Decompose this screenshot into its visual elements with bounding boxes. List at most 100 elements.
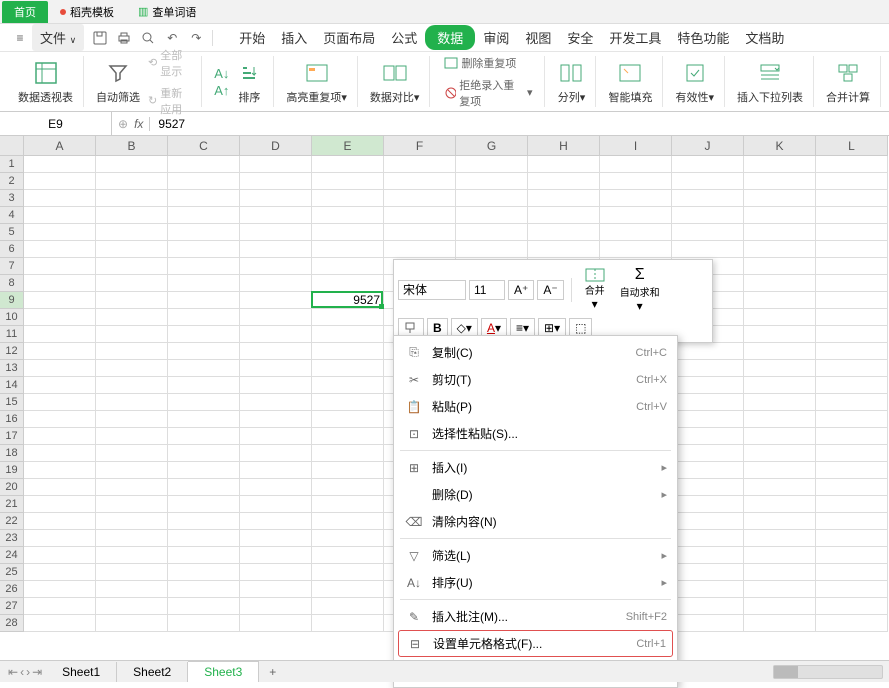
cell[interactable] <box>744 530 816 547</box>
decrease-font-button[interactable]: A⁻ <box>537 280 563 300</box>
cell[interactable] <box>96 428 168 445</box>
cell[interactable] <box>240 496 312 513</box>
row-header[interactable]: 23 <box>0 530 24 547</box>
menu-special[interactable]: 特色功能 <box>669 24 737 51</box>
cell[interactable] <box>744 445 816 462</box>
cell[interactable] <box>168 258 240 275</box>
cell[interactable] <box>168 309 240 326</box>
col-header[interactable]: E <box>312 136 384 156</box>
cell[interactable] <box>96 343 168 360</box>
ctx-sort[interactable]: A↓排序(U)▸ <box>394 569 677 596</box>
row-header[interactable]: 7 <box>0 258 24 275</box>
cell[interactable] <box>312 190 384 207</box>
autosum-button[interactable]: Σ自动求和▾ <box>614 264 666 315</box>
ribbon-consolidate[interactable]: 合并计算 <box>816 56 881 107</box>
cell[interactable] <box>240 411 312 428</box>
cell[interactable] <box>600 207 672 224</box>
cell[interactable] <box>24 275 96 292</box>
cell[interactable] <box>312 564 384 581</box>
cell[interactable] <box>240 292 312 309</box>
col-header[interactable]: G <box>456 136 528 156</box>
cell[interactable] <box>96 513 168 530</box>
cell[interactable] <box>816 309 888 326</box>
cell[interactable] <box>168 530 240 547</box>
cell[interactable] <box>672 360 744 377</box>
cell[interactable] <box>240 275 312 292</box>
row-header[interactable]: 22 <box>0 513 24 530</box>
cell[interactable] <box>672 615 744 632</box>
cell[interactable] <box>816 513 888 530</box>
cell[interactable] <box>816 241 888 258</box>
cell[interactable] <box>456 156 528 173</box>
cell[interactable] <box>744 428 816 445</box>
filter-icon[interactable] <box>104 59 132 87</box>
cell[interactable] <box>168 394 240 411</box>
cell[interactable] <box>816 547 888 564</box>
cell[interactable] <box>744 207 816 224</box>
cell[interactable] <box>528 207 600 224</box>
cell[interactable] <box>744 479 816 496</box>
ribbon-smartfill[interactable]: 智能填充 <box>598 56 663 107</box>
cell[interactable] <box>600 224 672 241</box>
cell[interactable] <box>96 462 168 479</box>
sheet-nav-next-icon[interactable]: › <box>26 665 30 679</box>
cell[interactable] <box>744 496 816 513</box>
print-icon[interactable] <box>115 29 133 47</box>
cell[interactable] <box>816 462 888 479</box>
fx-icon[interactable]: fx <box>134 117 143 131</box>
del-dup[interactable]: 删除重复项 <box>442 53 534 73</box>
cell[interactable] <box>24 377 96 394</box>
cell[interactable] <box>816 360 888 377</box>
cell[interactable] <box>672 343 744 360</box>
cell[interactable] <box>384 207 456 224</box>
cell[interactable] <box>312 156 384 173</box>
cell[interactable] <box>96 258 168 275</box>
cell[interactable] <box>384 156 456 173</box>
cell[interactable] <box>744 343 816 360</box>
cell[interactable] <box>312 377 384 394</box>
cell[interactable] <box>24 343 96 360</box>
cell[interactable] <box>744 598 816 615</box>
row-header[interactable]: 5 <box>0 224 24 241</box>
cell[interactable] <box>528 156 600 173</box>
cell[interactable] <box>24 207 96 224</box>
cell[interactable] <box>168 343 240 360</box>
row-header[interactable]: 21 <box>0 496 24 513</box>
cell[interactable] <box>240 173 312 190</box>
add-sheet-button[interactable]: + <box>259 662 286 682</box>
cell[interactable] <box>816 598 888 615</box>
cell[interactable] <box>240 207 312 224</box>
cell[interactable] <box>240 598 312 615</box>
menu-data[interactable]: 数据 <box>425 25 475 50</box>
ctx-format-cells[interactable]: ⊟设置单元格格式(F)...Ctrl+1 <box>398 630 673 657</box>
cell[interactable] <box>24 615 96 632</box>
col-header[interactable]: H <box>528 136 600 156</box>
cell[interactable] <box>816 496 888 513</box>
col-header[interactable]: C <box>168 136 240 156</box>
cell[interactable] <box>744 411 816 428</box>
cell[interactable] <box>24 190 96 207</box>
cell[interactable] <box>96 530 168 547</box>
cell[interactable] <box>24 513 96 530</box>
row-header[interactable]: 26 <box>0 581 24 598</box>
ctx-copy[interactable]: ⎘复制(C)Ctrl+C <box>394 339 677 366</box>
cell[interactable] <box>240 479 312 496</box>
cell[interactable] <box>168 598 240 615</box>
cell[interactable] <box>312 479 384 496</box>
cell[interactable] <box>816 275 888 292</box>
cell[interactable] <box>240 564 312 581</box>
col-header[interactable]: K <box>744 136 816 156</box>
cell[interactable] <box>816 156 888 173</box>
ctx-insert[interactable]: ⊞插入(I)▸ <box>394 454 677 481</box>
sheet-nav-prev-icon[interactable]: ‹ <box>20 665 24 679</box>
cell[interactable] <box>24 326 96 343</box>
row-header[interactable]: 11 <box>0 326 24 343</box>
ribbon-validity[interactable]: 有效性▾ <box>665 56 725 107</box>
font-size-input[interactable] <box>469 280 505 300</box>
menu-icon[interactable]: ≡ <box>11 29 29 47</box>
cell[interactable] <box>672 513 744 530</box>
col-header[interactable]: B <box>96 136 168 156</box>
menu-review[interactable]: 审阅 <box>475 24 517 51</box>
ribbon-highlight-dup[interactable]: 高亮重复项▾ <box>276 56 358 107</box>
row-header[interactable]: 13 <box>0 360 24 377</box>
